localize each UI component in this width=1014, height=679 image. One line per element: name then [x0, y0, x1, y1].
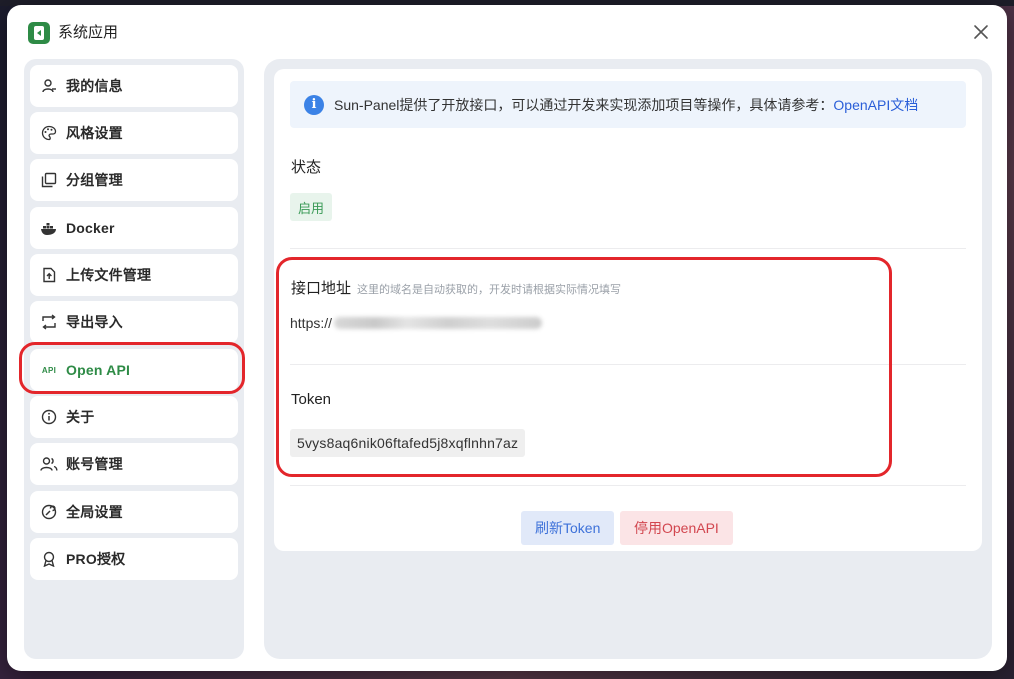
endpoint-url-prefix: https:// — [290, 315, 333, 331]
close-icon — [974, 25, 988, 39]
sidebar-item-import-export[interactable]: 导出导入 — [30, 301, 238, 343]
endpoint-section: 接口地址 这里的域名是自动获取的，开发时请根据实际情况填写 — [291, 277, 621, 298]
token-value: 5vys8aq6nik06ftafed5j8xqflnhn7az — [290, 429, 526, 457]
import-export-icon — [40, 313, 58, 331]
sidebar-item-my-info[interactable]: 我的信息 — [30, 65, 238, 107]
file-upload-icon — [40, 266, 58, 284]
sidebar-item-docker[interactable]: Docker — [30, 207, 238, 249]
users-icon — [40, 455, 58, 473]
sidebar-item-label: 风格设置 — [66, 125, 123, 141]
divider — [290, 485, 966, 486]
open-api-panel: i Sun-Panel提供了开放接口，可以通过开发来实现添加项目等操作，具体请参… — [264, 59, 992, 659]
info-icon — [40, 408, 58, 426]
sidebar-item-style-settings[interactable]: 风格设置 — [30, 112, 238, 154]
sidebar-item-label: Docker — [66, 220, 115, 236]
endpoint-hint: 这里的域名是自动获取的，开发时请根据实际情况填写 — [357, 284, 622, 296]
sidebar-item-label: 上传文件管理 — [66, 267, 152, 283]
sidebar-item-about[interactable]: 关于 — [30, 396, 238, 438]
sidebar-item-open-api[interactable]: API Open API — [30, 349, 238, 391]
app-logo-icon — [28, 22, 50, 44]
close-button[interactable] — [971, 22, 991, 42]
endpoint-url: https:// — [290, 315, 543, 331]
status-title: 状态 — [291, 159, 322, 176]
sidebar-item-upload-files[interactable]: 上传文件管理 — [30, 254, 238, 296]
award-icon — [40, 550, 58, 568]
info-circle-icon: i — [304, 94, 324, 115]
dialog-title: 系统应用 — [58, 24, 119, 41]
openapi-docs-link[interactable]: OpenAPI文档 — [833, 95, 918, 115]
sidebar-item-global-settings[interactable]: 全局设置 — [30, 491, 238, 533]
status-badge: 启用 — [290, 193, 333, 221]
copy-icon — [40, 171, 58, 189]
sidebar-item-pro-license[interactable]: PRO授权 — [30, 538, 238, 580]
open-api-card: i Sun-Panel提供了开放接口，可以通过开发来实现添加项目等操作，具体请参… — [274, 69, 982, 551]
sidebar-item-label: 关于 — [66, 409, 95, 425]
settings-sidebar: 我的信息 风格设置 分组管理 Docker 上传文件管理 导出导入 API Op… — [24, 59, 244, 659]
divider — [290, 248, 966, 249]
endpoint-title: 接口地址 — [291, 280, 352, 297]
token-title: Token — [291, 391, 332, 408]
disable-openapi-button[interactable]: 停用OpenAPI — [620, 511, 733, 545]
divider — [290, 364, 966, 365]
info-alert: i Sun-Panel提供了开放接口，可以通过开发来实现添加项目等操作，具体请参… — [290, 81, 966, 128]
dialog-header: 系统应用 — [7, 5, 1007, 59]
system-apps-dialog: 系统应用 我的信息 风格设置 分组管理 Docker 上传文件管理 导出导入 A… — [7, 5, 1007, 671]
sidebar-item-label: 账号管理 — [66, 456, 123, 472]
redacted-domain — [334, 317, 543, 329]
sidebar-item-label: PRO授权 — [66, 551, 126, 567]
info-alert-text: Sun-Panel提供了开放接口，可以通过开发来实现添加项目等操作，具体请参考： — [334, 96, 834, 113]
sidebar-item-account-management[interactable]: 账号管理 — [30, 443, 238, 485]
api-icon: API — [41, 365, 57, 375]
sidebar-item-group-management[interactable]: 分组管理 — [30, 159, 238, 201]
palette-icon — [40, 124, 58, 142]
sidebar-item-label: 分组管理 — [66, 172, 123, 188]
user-icon — [40, 77, 58, 95]
docker-icon — [40, 219, 58, 237]
sidebar-item-label: 我的信息 — [66, 78, 123, 94]
settings-icon — [40, 503, 58, 521]
sidebar-item-label: 全局设置 — [66, 504, 123, 520]
sidebar-item-label: 导出导入 — [66, 314, 123, 330]
sidebar-item-label: Open API — [66, 362, 131, 378]
refresh-token-button[interactable]: 刷新Token — [521, 511, 615, 545]
